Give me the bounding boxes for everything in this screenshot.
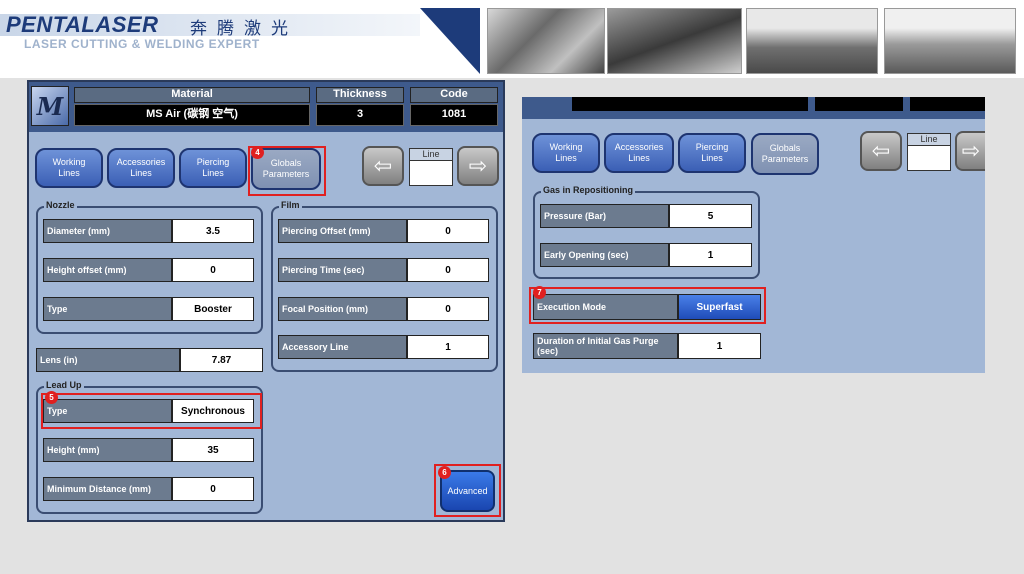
step-badge-5: 5	[45, 391, 58, 404]
right-previous-line-button[interactable]: ⇦	[860, 131, 902, 171]
code-header: Code	[410, 87, 498, 103]
gas-purge-duration-label: Duration of Initial Gas Purge (sec)	[533, 333, 678, 359]
lens-label: Lens (in)	[36, 348, 180, 372]
early-opening-field[interactable]: 1	[669, 243, 752, 267]
nozzle-group-title: Nozzle	[44, 200, 77, 210]
film-group-title: Film	[279, 200, 302, 210]
nozzle-type-field[interactable]: Booster	[172, 297, 254, 321]
tab-accessories-lines[interactable]: Accessories Lines	[107, 148, 175, 188]
step-badge-7: 7	[533, 286, 546, 299]
company-logo: PENTALASER	[6, 12, 159, 37]
factory-photo-2	[607, 8, 742, 74]
pressure-label: Pressure (Bar)	[540, 204, 669, 228]
diameter-label: Diameter (mm)	[43, 219, 172, 243]
piercing-time-field[interactable]: 0	[407, 258, 489, 282]
code-value: 1081	[410, 104, 498, 126]
company-logo-chinese: 奔腾激光	[190, 19, 298, 39]
early-opening-label: Early Opening (sec)	[540, 243, 669, 267]
pressure-field[interactable]: 5	[669, 204, 752, 228]
right-code-value-cropped	[910, 97, 985, 111]
accessory-line-label: Accessory Line	[278, 335, 407, 359]
right-line-label: Line	[907, 133, 951, 145]
right-material-value-cropped	[572, 97, 808, 111]
thickness-value: 3	[316, 104, 404, 126]
height-offset-field[interactable]: 0	[172, 258, 254, 282]
line-label: Line	[409, 148, 453, 160]
highlight-lead-up-type	[41, 393, 262, 429]
building-photo-1	[746, 8, 878, 74]
arrow-left-icon: ⇦	[871, 138, 891, 163]
right-tab-working-lines[interactable]: Working Lines	[532, 133, 600, 173]
company-tagline: LASER CUTTING & WELDING EXPERT	[24, 37, 260, 51]
piercing-offset-label: Piercing Offset (mm)	[278, 219, 407, 243]
piercing-offset-field[interactable]: 0	[407, 219, 489, 243]
right-line-number-field[interactable]	[907, 145, 951, 171]
lead-up-height-field[interactable]: 35	[172, 438, 254, 462]
arrow-right-icon: ⇨	[961, 138, 981, 163]
gas-purge-duration-field[interactable]: 1	[678, 333, 761, 359]
tab-piercing-lines[interactable]: Piercing Lines	[179, 148, 247, 188]
right-thickness-value-cropped	[815, 97, 903, 111]
height-offset-label: Height offset (mm)	[43, 258, 172, 282]
nozzle-type-label: Type	[43, 297, 172, 321]
machine-m-icon: M	[31, 86, 69, 126]
building-photo-2	[884, 8, 1016, 74]
lens-field[interactable]: 7.87	[180, 348, 263, 372]
step-badge-4: 4	[251, 146, 264, 159]
thickness-header: Thickness	[316, 87, 404, 103]
focal-position-label: Focal Position (mm)	[278, 297, 407, 321]
accessory-line-field[interactable]: 1	[407, 335, 489, 359]
piercing-time-label: Piercing Time (sec)	[278, 258, 407, 282]
minimum-distance-field[interactable]: 0	[172, 477, 254, 501]
minimum-distance-label: Minimum Distance (mm)	[43, 477, 172, 501]
lead-up-height-label: Height (mm)	[43, 438, 172, 462]
lead-up-group-title: Lead Up	[44, 380, 84, 390]
gas-repositioning-title: Gas in Repositioning	[541, 185, 636, 195]
next-line-button[interactable]: ⇨	[457, 146, 499, 186]
line-number-field[interactable]	[409, 160, 453, 186]
diameter-field[interactable]: 3.5	[172, 219, 254, 243]
step-badge-6: 6	[438, 466, 451, 479]
right-next-line-button[interactable]: ⇨	[955, 131, 985, 171]
tab-working-lines[interactable]: Working Lines	[35, 148, 103, 188]
factory-photo-1	[487, 8, 605, 74]
material-value: MS Air (碳钢 空气)	[74, 104, 310, 126]
arrow-right-icon: ⇨	[468, 153, 488, 178]
highlight-execution-mode	[529, 287, 766, 324]
focal-position-field[interactable]: 0	[407, 297, 489, 321]
right-tab-piercing-lines[interactable]: Piercing Lines	[678, 133, 746, 173]
arrow-left-icon: ⇦	[373, 153, 393, 178]
material-header: Material	[74, 87, 310, 103]
right-tab-globals-parameters[interactable]: Globals Parameters	[751, 133, 819, 175]
right-tab-accessories-lines[interactable]: Accessories Lines	[604, 133, 674, 173]
previous-line-button[interactable]: ⇦	[362, 146, 404, 186]
